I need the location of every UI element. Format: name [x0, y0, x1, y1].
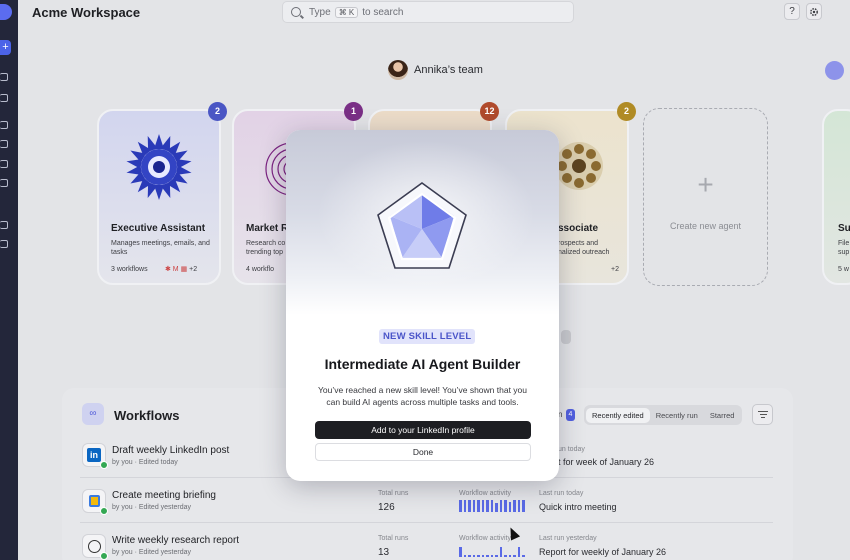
total-runs-value: 13 [378, 547, 390, 558]
data-nav-icon[interactable] [0, 179, 8, 187]
agent-name: ssociate [558, 223, 599, 234]
integration-extra: +2 [189, 266, 198, 273]
activity-sparkline [459, 545, 525, 557]
search-shortcut: ⌘ K [334, 6, 359, 18]
tab-starred[interactable]: Starred [704, 408, 741, 423]
agents-nav-icon[interactable] [0, 121, 8, 129]
agent-avatar-icon [126, 134, 192, 200]
activity-label: Workflow activity [459, 535, 511, 542]
skill-level-modal: NEW SKILL LEVEL Intermediate AI Agent Bu… [286, 130, 559, 481]
tab-recently-edited[interactable]: Recently edited [586, 407, 650, 423]
agent-name: Market R [246, 223, 289, 234]
help-button[interactable]: ? [784, 3, 800, 20]
tab-recently-run[interactable]: Recently run [650, 408, 704, 423]
pentagon-badge-icon [377, 182, 467, 269]
total-runs-label: Total runs [378, 535, 409, 542]
modal-hero [286, 130, 559, 315]
agent-badge: 2 [617, 102, 636, 121]
workflow-title[interactable]: Create meeting briefing [112, 490, 216, 501]
user-avatar[interactable] [825, 61, 844, 80]
team-switcher[interactable]: Annika’s team [388, 60, 483, 80]
total-runs-label: Total runs [378, 490, 409, 497]
search-label-after: to search [362, 6, 404, 18]
agent-workflow-count: 4 workflo [246, 266, 275, 273]
search-icon [291, 7, 301, 17]
skill-level-pill: NEW SKILL LEVEL [379, 329, 476, 344]
agent-description: File sup [838, 240, 850, 256]
workflow-meta: by you · Edited today [112, 459, 178, 466]
integration-icons: ✱ M ▦ +2 [165, 266, 198, 273]
agent-badge: 1 [344, 102, 363, 121]
settings-button[interactable] [806, 3, 822, 20]
last-run-value: t for week of January 26 [558, 457, 655, 467]
home-icon[interactable] [0, 73, 8, 81]
search-label-before: Type [309, 6, 331, 18]
workflow-tabs: Recently edited Recently run Starred [584, 405, 743, 425]
modal-title: Intermediate AI Agent Builder [324, 356, 521, 372]
last-run-value: Quick intro meeting [539, 502, 617, 512]
workflows-title: Workflows [114, 408, 180, 423]
last-run-value: Report for weekly of January 26 [539, 547, 667, 557]
integration-extra: +2 [611, 266, 619, 273]
search-input[interactable]: Type ⌘ K to search [282, 1, 574, 23]
agent-description: Research co trending top [246, 240, 286, 256]
modal-body: You’ve reached a new skill level! You’ve… [317, 385, 528, 407]
done-button[interactable]: Done [315, 443, 531, 461]
docs-nav-icon[interactable] [0, 221, 8, 229]
tools-nav-icon[interactable] [0, 160, 8, 168]
workflow-meta: by you · Edited yesterday [112, 504, 192, 511]
create-agent-button[interactable]: + Create new agent [643, 108, 768, 286]
library-nav-icon[interactable] [0, 240, 8, 248]
workflow-count-badge: 4 [566, 409, 575, 421]
left-rail: + [0, 0, 18, 560]
agent-workflow-count: 5 w [838, 266, 849, 273]
last-run-label: Last run yesterday [539, 535, 597, 542]
add-to-linkedin-button[interactable]: Add to your LinkedIn profile [315, 421, 531, 439]
agent-card[interactable]: Su File sup 5 w [822, 109, 850, 285]
search-nav-icon[interactable] [0, 94, 8, 102]
create-agent-label: Create new agent [669, 221, 742, 231]
agent-workflow-count: 3 workflows [111, 266, 148, 273]
last-run-label: Last run today [539, 490, 584, 497]
agent-badge: 2 [208, 102, 227, 121]
row-divider [80, 522, 773, 523]
clock-icon [82, 534, 108, 560]
team-name: Annika’s team [414, 64, 483, 76]
workspace-logo-icon[interactable] [0, 4, 12, 20]
last-run-label: un today [558, 446, 585, 453]
agent-name: Su [838, 223, 850, 234]
workflow-meta: by you · Edited yesterday [112, 549, 192, 556]
agent-description: Manages meetings, emails, and tasks [111, 240, 210, 256]
agent-badge: 12 [480, 102, 499, 121]
agent-description: rospects and nalized outreach [558, 240, 610, 256]
activity-sparkline [459, 500, 525, 512]
workflows-icon: ∞ [82, 403, 104, 425]
plus-icon: + [697, 169, 714, 200]
workflows-nav-icon[interactable] [0, 140, 8, 148]
linkedin-icon: in [82, 443, 108, 469]
agent-name: Executive Assistant [111, 223, 206, 234]
gear-icon [810, 8, 818, 16]
activity-label: Workflow activity [459, 490, 511, 497]
avatar [388, 60, 408, 80]
calendar-icon [82, 489, 108, 515]
app-title: Acme Workspace [32, 5, 141, 20]
agent-avatar-icon [557, 142, 603, 190]
total-runs-value: 126 [378, 502, 395, 513]
filter-button[interactable] [752, 404, 773, 425]
carousel-indicator[interactable] [561, 330, 571, 344]
new-item-button[interactable]: + [0, 40, 11, 55]
workflow-title[interactable]: Draft weekly LinkedIn post [112, 445, 229, 456]
workflow-title[interactable]: Write weekly research report [112, 535, 239, 546]
agent-card[interactable]: Executive Assistant Manages meetings, em… [97, 109, 221, 285]
